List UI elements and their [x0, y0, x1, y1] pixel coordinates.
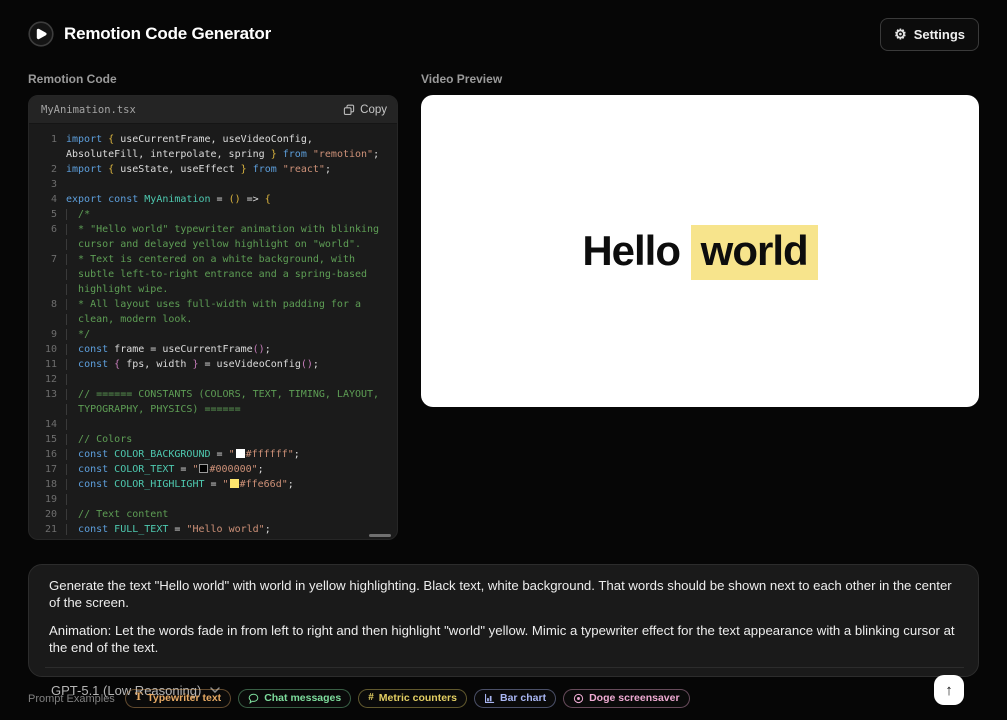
example-pill-doge-screensaver[interactable]: Doge screensaver	[563, 689, 689, 708]
code-line: cursor and delayed yellow highlight on "…	[39, 237, 391, 252]
preview-highlight: world	[691, 225, 818, 280]
code-line: 12	[39, 372, 391, 387]
app-logo-icon	[28, 21, 54, 47]
prompt-paragraph: Generate the text "Hello world" with wor…	[49, 577, 958, 611]
arrow-up-icon: ↑	[945, 682, 953, 699]
example-pill-bar-chart[interactable]: Bar chart	[474, 689, 556, 708]
code-line: 20 // Text content	[39, 507, 391, 522]
code-line: 1import { useCurrentFrame, useVideoConfi…	[39, 132, 391, 147]
example-pill-label: Typewriter text	[147, 692, 221, 704]
code-editor[interactable]: 1import { useCurrentFrame, useVideoConfi…	[29, 124, 397, 539]
code-line: 18 const COLOR_HIGHLIGHT = "#ffe66d";	[39, 477, 391, 492]
code-line: 21 const FULL_TEXT = "Hello world";	[39, 522, 391, 537]
hash-icon: #	[368, 693, 374, 703]
prompt-paragraph: Animation: Let the words fade in from le…	[49, 622, 958, 656]
example-pill-metric-counters[interactable]: # Metric counters	[358, 689, 467, 708]
code-line: 17 const COLOR_TEXT = "#000000";	[39, 462, 391, 477]
example-pill-label: Bar chart	[500, 692, 546, 704]
video-preview: Hello world	[421, 95, 979, 407]
code-line: 6 * "Hello world" typewriter animation w…	[39, 222, 391, 237]
example-pill-chat-messages[interactable]: Chat messages	[238, 689, 351, 708]
settings-button[interactable]: ⚙ Settings	[880, 18, 979, 51]
preview-section-label: Video Preview	[421, 72, 979, 86]
target-icon	[573, 693, 584, 704]
code-line: 13 // ====== CONSTANTS (COLORS, TEXT, TI…	[39, 387, 391, 402]
code-line: 19	[39, 492, 391, 507]
example-pill-label: Metric counters	[379, 692, 457, 704]
code-panel: MyAnimation.tsx Copy 1import { useCurren…	[28, 95, 398, 540]
type-icon: T	[135, 693, 142, 703]
code-line: TYPOGRAPHY, PHYSICS) ======	[39, 402, 391, 417]
example-pill-label: Chat messages	[264, 692, 341, 704]
code-section-label: Remotion Code	[28, 72, 398, 86]
filename-label: MyAnimation.tsx	[41, 104, 136, 116]
header: Remotion Code Generator ⚙ Settings	[28, 0, 979, 52]
page-title: Remotion Code Generator	[64, 24, 271, 44]
code-line: 11 const { fps, width } = useVideoConfig…	[39, 357, 391, 372]
horizontal-scrollbar-thumb[interactable]	[369, 534, 391, 537]
code-line: AbsoluteFill, interpolate, spring } from…	[39, 147, 391, 162]
code-line: 15 // Colors	[39, 432, 391, 447]
code-line: 10 const frame = useCurrentFrame();	[39, 342, 391, 357]
prompt-input[interactable]: Generate the text "Hello world" with wor…	[29, 565, 978, 667]
example-pill-typewriter-text[interactable]: T Typewriter text	[125, 689, 231, 708]
code-line: 7 * Text is centered on a white backgrou…	[39, 252, 391, 267]
code-line: 5 /*	[39, 207, 391, 222]
copy-button[interactable]: Copy	[343, 104, 387, 116]
code-line: clean, modern look.	[39, 312, 391, 327]
code-line: 2import { useState, useEffect } from "re…	[39, 162, 391, 177]
code-line: 16 const COLOR_BACKGROUND = "#ffffff";	[39, 447, 391, 462]
settings-button-label: Settings	[914, 27, 965, 42]
code-line: 9 */	[39, 327, 391, 342]
bar-chart-icon	[484, 693, 495, 704]
code-line: 8 * All layout uses full-width with padd…	[39, 297, 391, 312]
copy-button-label: Copy	[360, 104, 387, 116]
code-line: highlight wipe.	[39, 282, 391, 297]
copy-icon	[343, 104, 355, 116]
code-line: 14	[39, 417, 391, 432]
code-line: 3	[39, 177, 391, 192]
example-pill-label: Doge screensaver	[589, 692, 679, 704]
code-line: 4export const MyAnimation = () => {	[39, 192, 391, 207]
chat-bubble-icon	[248, 693, 259, 704]
submit-button[interactable]: ↑	[934, 675, 964, 705]
preview-text-plain: Hello	[582, 227, 690, 274]
code-panel-header: MyAnimation.tsx Copy	[29, 96, 397, 124]
gear-icon: ⚙	[894, 27, 907, 41]
preview-text: Hello world	[582, 227, 817, 275]
prompt-examples-label: Prompt Examples	[28, 693, 115, 705]
prompt-input-card[interactable]: Generate the text "Hello world" with wor…	[28, 564, 979, 677]
code-line: subtle left-to-right entrance and a spri…	[39, 267, 391, 282]
page: Remotion Code Generator ⚙ Settings Remot…	[0, 0, 1007, 708]
